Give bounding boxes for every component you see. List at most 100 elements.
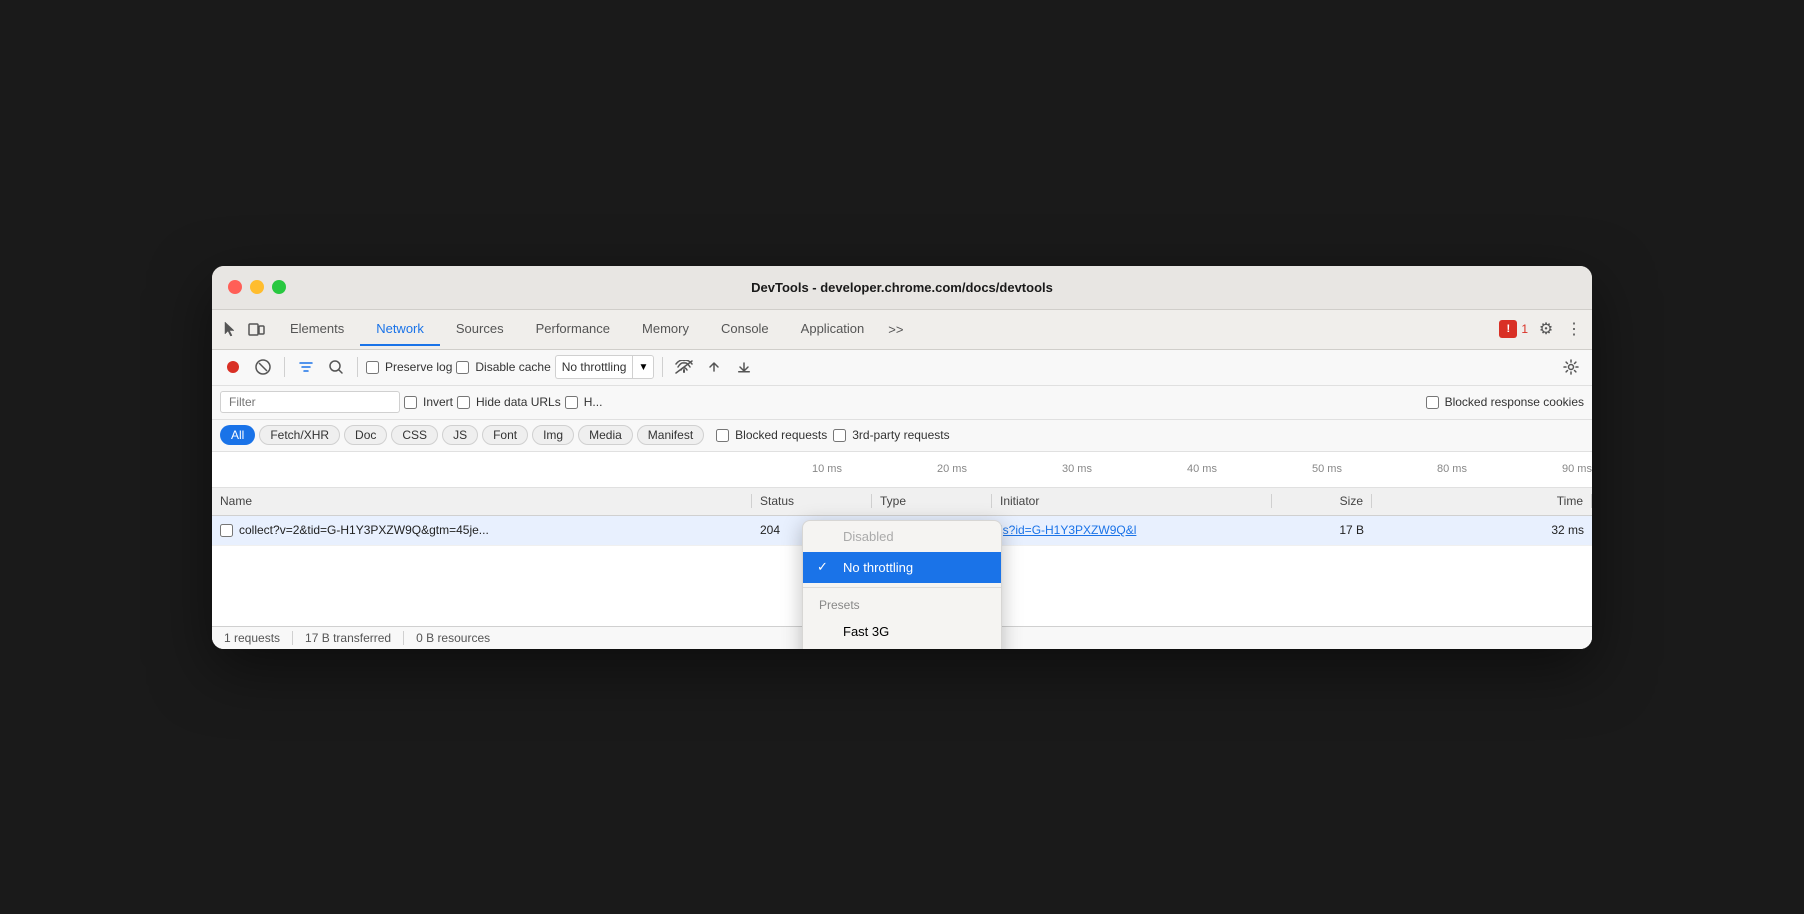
tick-80ms: 80 ms xyxy=(1437,463,1467,475)
close-button[interactable] xyxy=(228,280,242,294)
tab-memory[interactable]: Memory xyxy=(626,313,705,346)
hide-data-urls-checkbox[interactable] xyxy=(457,396,470,409)
preserve-log-label[interactable]: Preserve log xyxy=(366,360,452,374)
third-party-label[interactable]: 3rd-party requests xyxy=(833,428,949,442)
transferred-size: 17 B transferred xyxy=(305,631,404,645)
dropdown-disabled-label: Disabled xyxy=(843,529,894,544)
preserve-log-checkbox[interactable] xyxy=(366,361,379,374)
tabs: Elements Network Sources Performance Mem… xyxy=(274,313,1499,346)
device-toolbar-icon[interactable] xyxy=(246,319,266,339)
filter-tag-js[interactable]: JS xyxy=(442,425,478,445)
maximize-button[interactable] xyxy=(272,280,286,294)
tab-performance[interactable]: Performance xyxy=(520,313,626,346)
invert-label[interactable]: Invert xyxy=(404,395,453,409)
blocked-requests-label[interactable]: Blocked requests xyxy=(716,428,827,442)
filter-button[interactable] xyxy=(293,354,319,380)
td-size: 17 B xyxy=(1272,523,1372,537)
blocked-checkbox[interactable] xyxy=(565,396,578,409)
network-settings-button[interactable] xyxy=(1558,354,1584,380)
blocked-requests-checkbox[interactable] xyxy=(716,429,729,442)
dropdown-fast-3g-label: Fast 3G xyxy=(843,624,889,639)
tick-40ms: 40 ms xyxy=(1187,463,1217,475)
filter-tag-doc[interactable]: Doc xyxy=(344,425,387,445)
separator-2 xyxy=(357,357,358,377)
tab-sources[interactable]: Sources xyxy=(440,313,520,346)
requests-count: 1 requests xyxy=(224,631,293,645)
dropdown-no-throttling[interactable]: ✓ No throttling xyxy=(803,552,1001,583)
clear-button[interactable] xyxy=(250,354,276,380)
import-button[interactable] xyxy=(731,354,757,380)
tick-90ms: 90 ms xyxy=(1562,463,1592,475)
resources-size: 0 B resources xyxy=(416,631,502,645)
tab-elements[interactable]: Elements xyxy=(274,313,360,346)
filter-tag-css[interactable]: CSS xyxy=(391,425,438,445)
th-type[interactable]: Type xyxy=(872,494,992,508)
blocked-response-text: Blocked response cookies xyxy=(1445,395,1584,409)
filter-tag-font[interactable]: Font xyxy=(482,425,528,445)
th-time[interactable]: Time xyxy=(1372,494,1592,508)
blocked-response-checkbox[interactable] xyxy=(1426,396,1439,409)
filter-input[interactable] xyxy=(220,391,400,413)
issues-icon: ! xyxy=(1499,320,1517,338)
throttle-select[interactable]: No throttling ▼ xyxy=(555,355,655,379)
dropdown-no-throttling-label: No throttling xyxy=(843,560,913,575)
table-header: Name Status Type Initiator Size Time xyxy=(212,488,1592,516)
disable-cache-label[interactable]: Disable cache xyxy=(456,360,550,374)
row-name-text: collect?v=2&tid=G-H1Y3PXZW9Q&gtm=45je... xyxy=(239,523,489,537)
tick-30ms: 30 ms xyxy=(1062,463,1092,475)
search-button[interactable] xyxy=(323,354,349,380)
tick-10ms: 10 ms xyxy=(812,463,842,475)
th-name[interactable]: Name xyxy=(212,494,752,508)
record-button[interactable] xyxy=(220,354,246,380)
hide-data-urls-text: Hide data URLs xyxy=(476,395,561,409)
upload-button[interactable] xyxy=(701,354,727,380)
separator-3 xyxy=(662,357,663,377)
filter-tag-fetch-xhr[interactable]: Fetch/XHR xyxy=(259,425,340,445)
throttle-value: No throttling xyxy=(555,355,633,379)
tick-20ms: 20 ms xyxy=(937,463,967,475)
dropdown-divider-1 xyxy=(803,587,1001,588)
browser-window: DevTools - developer.chrome.com/docs/dev… xyxy=(212,266,1592,649)
disable-cache-checkbox[interactable] xyxy=(456,361,469,374)
th-initiator[interactable]: Initiator xyxy=(992,494,1272,508)
tab-network[interactable]: Network xyxy=(360,313,440,346)
filter-tags: All Fetch/XHR Doc CSS JS Font Img Media … xyxy=(220,425,704,445)
settings-icon[interactable]: ⚙ xyxy=(1536,319,1556,339)
network-toolbar: Preserve log Disable cache No throttling… xyxy=(212,350,1592,386)
dropdown-slow-3g[interactable]: Slow 3G xyxy=(803,647,1001,649)
blocked-label[interactable]: H... xyxy=(565,395,603,409)
filter-tag-manifest[interactable]: Manifest xyxy=(637,425,704,445)
cursor-icon[interactable] xyxy=(220,319,240,339)
throttle-dropdown-arrow[interactable]: ▼ xyxy=(632,355,654,379)
checkmark-icon: ✓ xyxy=(817,559,828,575)
th-size[interactable]: Size xyxy=(1272,494,1372,508)
more-options-icon[interactable]: ⋮ xyxy=(1564,319,1584,339)
filter-bar: Invert Hide data URLs H... Blocked respo… xyxy=(212,386,1592,420)
filter-tag-img[interactable]: Img xyxy=(532,425,574,445)
issues-badge[interactable]: ! 1 xyxy=(1499,320,1528,338)
dropdown-fast-3g[interactable]: Fast 3G xyxy=(803,616,1001,647)
row-checkbox[interactable] xyxy=(220,524,233,537)
window-title: DevTools - developer.chrome.com/docs/dev… xyxy=(751,280,1053,295)
third-party-checkbox[interactable] xyxy=(833,429,846,442)
tab-more-button[interactable]: >> xyxy=(880,314,911,345)
initiator-link[interactable]: js?id=G-H1Y3PXZW9Q&l xyxy=(1000,523,1136,537)
invert-checkbox[interactable] xyxy=(404,396,417,409)
td-initiator[interactable]: js?id=G-H1Y3PXZW9Q&l xyxy=(992,523,1272,537)
filter-tag-all[interactable]: All xyxy=(220,425,255,445)
dropdown-disabled[interactable]: Disabled xyxy=(803,521,1001,552)
tab-console[interactable]: Console xyxy=(705,313,785,346)
th-status[interactable]: Status xyxy=(752,494,872,508)
window-controls xyxy=(228,280,286,294)
hide-data-urls-label[interactable]: Hide data URLs xyxy=(457,395,561,409)
tab-icons xyxy=(220,319,266,339)
blocked-text: H... xyxy=(584,395,603,409)
tab-bar: Elements Network Sources Performance Mem… xyxy=(212,310,1592,350)
minimize-button[interactable] xyxy=(250,280,264,294)
blocked-response-label[interactable]: Blocked response cookies xyxy=(1426,395,1584,409)
wifi-button[interactable] xyxy=(671,354,697,380)
timeline: 10 ms 20 ms 30 ms 40 ms 50 ms 80 ms 90 m… xyxy=(212,452,1592,488)
filter-tag-media[interactable]: Media xyxy=(578,425,633,445)
tab-application[interactable]: Application xyxy=(785,313,881,346)
dropdown-presets-label: Presets xyxy=(803,592,1001,616)
